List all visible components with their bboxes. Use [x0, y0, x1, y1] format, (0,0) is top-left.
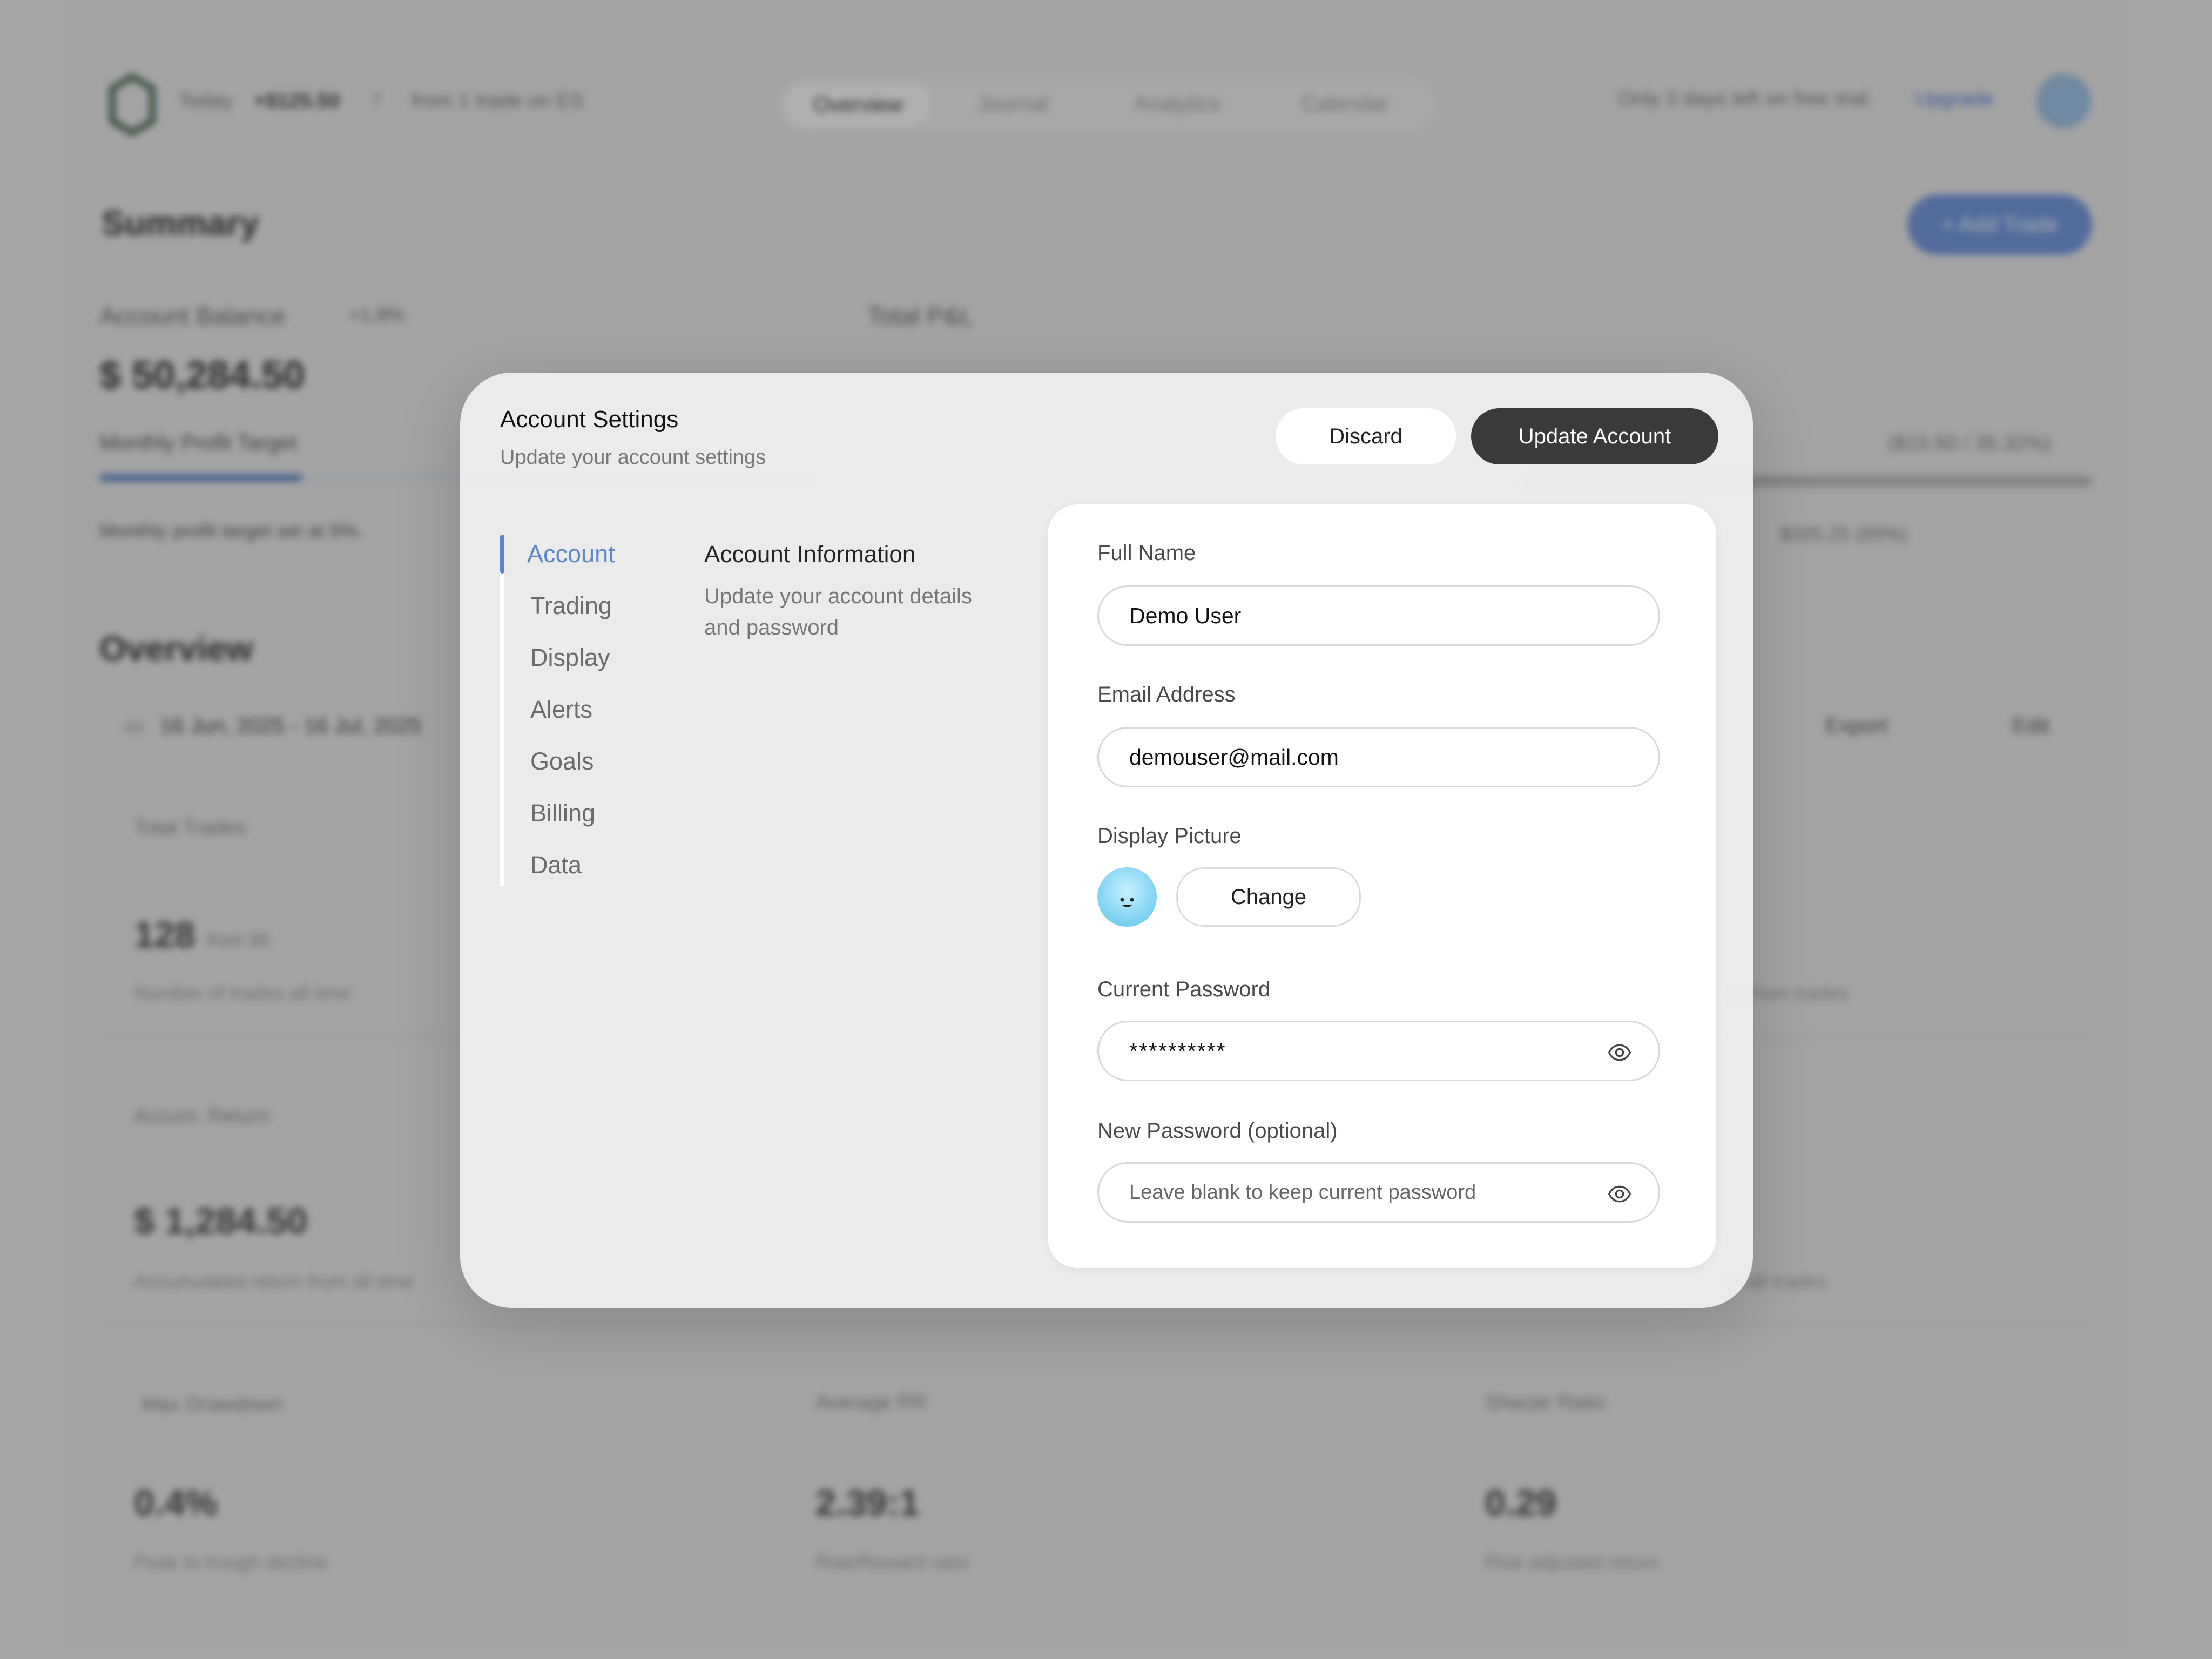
nav-rail — [500, 535, 504, 887]
display-picture-label: Display Picture — [1097, 824, 1242, 848]
section-desc-line2: and password — [704, 616, 839, 639]
change-picture-button[interactable]: Change — [1176, 867, 1361, 927]
eye-icon[interactable] — [1608, 1041, 1631, 1064]
nav-item-display[interactable]: Display — [530, 644, 610, 672]
modal-subtitle: Update your account settings — [500, 446, 766, 469]
update-account-button[interactable]: Update Account — [1471, 408, 1718, 464]
nav-active-indicator — [500, 535, 504, 574]
new-password-placeholder: Leave blank to keep current password — [1129, 1181, 1476, 1204]
section-desc-line1: Update your account details — [704, 584, 972, 608]
nav-item-trading[interactable]: Trading — [530, 592, 612, 620]
display-picture-avatar — [1097, 867, 1157, 927]
nav-item-account[interactable]: Account — [527, 540, 615, 568]
email-input[interactable]: demouser@mail.com — [1097, 727, 1660, 787]
nav-item-goals[interactable]: Goals — [530, 747, 594, 775]
new-password-label: New Password (optional) — [1097, 1119, 1338, 1143]
nav-item-alerts[interactable]: Alerts — [530, 696, 592, 724]
full-name-label: Full Name — [1097, 541, 1196, 565]
discard-button[interactable]: Discard — [1276, 408, 1456, 464]
new-password-input[interactable]: Leave blank to keep current password — [1097, 1162, 1660, 1223]
modal-title: Account Settings — [500, 406, 679, 433]
email-label: Email Address — [1097, 683, 1236, 706]
account-settings-modal: Account Settings Update your account set… — [460, 373, 1753, 1308]
current-password-label: Current Password — [1097, 977, 1271, 1001]
nav-item-billing[interactable]: Billing — [530, 799, 595, 827]
full-name-value: Demo User — [1129, 603, 1242, 628]
email-value: demouser@mail.com — [1129, 744, 1339, 770]
avatar-face-icon — [1120, 898, 1134, 907]
current-password-value: ********** — [1129, 1038, 1226, 1063]
eye-icon[interactable] — [1608, 1182, 1631, 1206]
full-name-input[interactable]: Demo User — [1097, 585, 1660, 646]
nav-item-data[interactable]: Data — [530, 851, 582, 879]
section-title: Account Information — [704, 541, 916, 568]
current-password-input[interactable]: ********** — [1097, 1021, 1660, 1081]
account-form-card: Full Name Demo User Email Address demous… — [1048, 504, 1716, 1268]
